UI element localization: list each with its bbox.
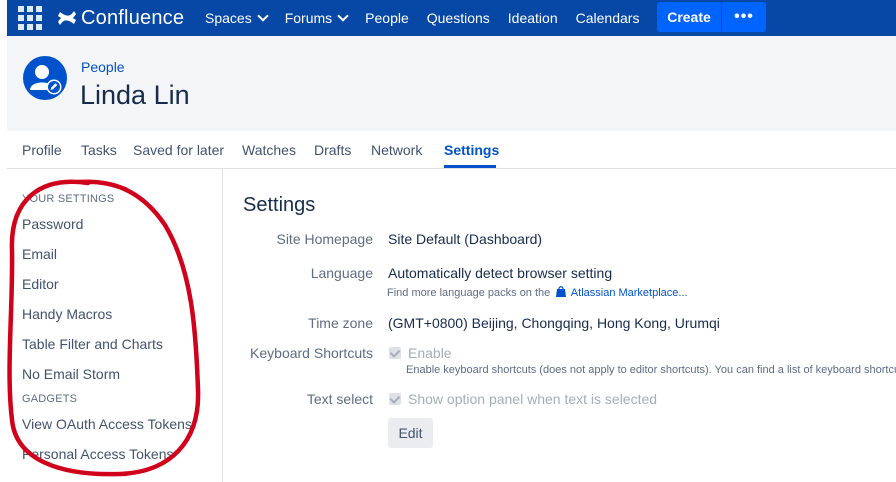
nav-spaces[interactable]: Spaces bbox=[205, 10, 269, 26]
tab-settings[interactable]: Settings bbox=[444, 142, 499, 158]
settings-heading: Settings bbox=[243, 194, 316, 216]
site-homepage-label: Site Homepage bbox=[276, 231, 373, 247]
app-switcher-icon[interactable] bbox=[17, 5, 43, 31]
nav-people[interactable]: People bbox=[365, 10, 409, 26]
user-avatar-icon[interactable] bbox=[23, 56, 67, 100]
sidebar-item-handy-macros[interactable]: Handy Macros bbox=[22, 306, 112, 322]
sidebar-item-email[interactable]: Email bbox=[22, 246, 57, 262]
sidebar-section-gadgets: GADGETS bbox=[22, 393, 78, 405]
sidebar-item-password[interactable]: Password bbox=[22, 216, 83, 232]
text-select-label: Text select bbox=[306, 391, 373, 407]
profile-tabs: Profile Tasks Saved for later Watches Dr… bbox=[7, 131, 896, 169]
nav-calendars[interactable]: Calendars bbox=[576, 10, 640, 26]
tab-saved-for-later[interactable]: Saved for later bbox=[133, 142, 224, 158]
nav-menu: Spaces Forums People Questions Ideation … bbox=[205, 0, 657, 36]
tab-drafts[interactable]: Drafts bbox=[314, 142, 351, 158]
tab-profile[interactable]: Profile bbox=[22, 142, 62, 158]
tab-watches[interactable]: Watches bbox=[242, 142, 296, 158]
sidebar-item-view-oauth-access-tokens[interactable]: View OAuth Access Tokens bbox=[22, 416, 192, 432]
keyboard-shortcuts-checkbox[interactable] bbox=[389, 347, 401, 359]
top-navigation-bar: Confluence Spaces Forums People Question… bbox=[7, 0, 896, 36]
default-avatar-icon bbox=[30, 65, 62, 95]
chevron-down-icon bbox=[337, 10, 349, 22]
language-hint: Find more language packs on the Atlassia… bbox=[387, 285, 688, 299]
keyboard-shortcuts-label: Keyboard Shortcuts bbox=[250, 345, 373, 361]
language-hint-text: Find more language packs on the bbox=[387, 287, 551, 299]
timezone-label: Time zone bbox=[308, 315, 373, 331]
nav-forums[interactable]: Forums bbox=[284, 10, 349, 26]
confluence-logo[interactable]: Confluence bbox=[57, 6, 184, 30]
keyboard-shortcuts-hint: Enable keyboard shortcuts (does not appl… bbox=[406, 364, 896, 376]
nav-forums-label: Forums bbox=[284, 10, 333, 26]
settings-sidebar: YOUR SETTINGS Password Email Editor Hand… bbox=[7, 169, 223, 482]
sidebar-item-no-email-storm[interactable]: No Email Storm bbox=[22, 366, 120, 382]
sidebar-item-personal-access-tokens[interactable]: Personal Access Tokens bbox=[22, 446, 174, 462]
timezone-value: (GMT+0800) Beijing, Chongqing, Hong Kong… bbox=[388, 315, 720, 331]
marketplace-bag-icon bbox=[556, 286, 567, 297]
confluence-logo-icon bbox=[58, 11, 76, 25]
profile-header: People Linda Lin bbox=[7, 36, 896, 131]
more-options-button[interactable]: ••• bbox=[722, 2, 766, 32]
atlassian-marketplace-link[interactable]: Atlassian Marketplace... bbox=[571, 287, 688, 299]
logo-text: Confluence bbox=[81, 6, 185, 29]
language-label: Language bbox=[310, 265, 373, 281]
page-title: Linda Lin bbox=[80, 80, 190, 110]
language-value: Automatically detect browser setting bbox=[388, 265, 613, 281]
window-edge bbox=[0, 0, 7, 482]
create-button[interactable]: Create bbox=[657, 2, 721, 32]
text-select-checkbox-label: Show option panel when text is selected bbox=[408, 391, 658, 407]
nav-ideation[interactable]: Ideation bbox=[508, 10, 558, 26]
chevron-down-icon bbox=[257, 10, 269, 22]
tab-network[interactable]: Network bbox=[371, 142, 422, 158]
text-select-checkbox[interactable] bbox=[389, 393, 401, 405]
sidebar-item-editor[interactable]: Editor bbox=[22, 276, 59, 292]
edit-button[interactable]: Edit bbox=[388, 418, 433, 448]
nav-spaces-label: Spaces bbox=[205, 10, 252, 26]
breadcrumb-people[interactable]: People bbox=[81, 59, 125, 75]
nav-questions[interactable]: Questions bbox=[427, 10, 490, 26]
keyboard-shortcuts-checkbox-label: Enable bbox=[408, 345, 452, 361]
sidebar-item-table-filter-and-charts[interactable]: Table Filter and Charts bbox=[22, 336, 163, 352]
site-homepage-value: Site Default (Dashboard) bbox=[388, 231, 543, 247]
active-tab-indicator bbox=[444, 165, 496, 168]
sidebar-section-your-settings: YOUR SETTINGS bbox=[22, 193, 115, 205]
tab-tasks[interactable]: Tasks bbox=[81, 142, 117, 158]
